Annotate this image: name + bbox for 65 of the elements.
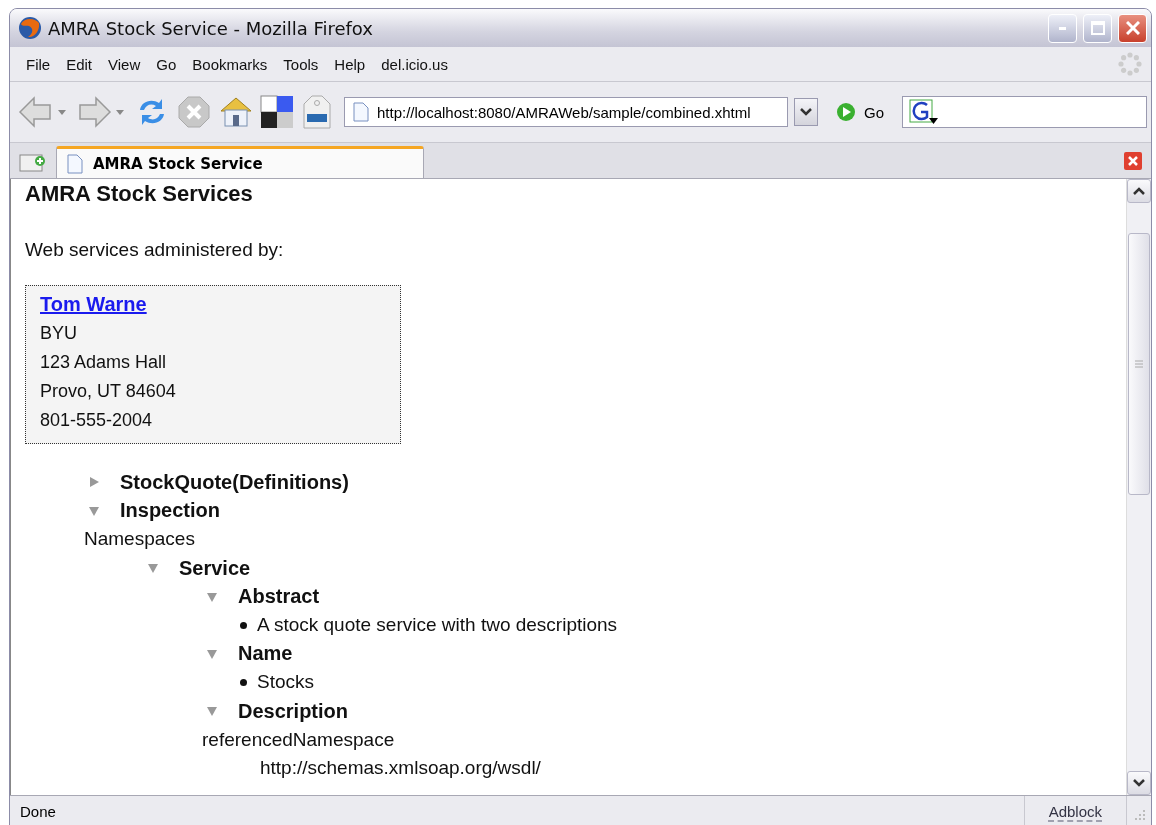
play-icon (836, 102, 856, 122)
contact-line: Provo, UT 84604 (40, 380, 177, 403)
menu-item[interactable]: Tools (275, 55, 327, 73)
page-icon (353, 102, 369, 122)
expanded-triangle-icon[interactable] (206, 590, 218, 603)
close-tab-button[interactable] (1123, 150, 1143, 171)
node-label: StockQuote(Definitions) (120, 470, 349, 494)
tag-button[interactable] (300, 94, 334, 130)
globe-fox-icon (18, 16, 42, 40)
menu-item[interactable]: Bookmarks (184, 55, 276, 73)
node-label: Service (179, 556, 251, 580)
menu-item[interactable]: File (18, 55, 59, 73)
contact-name-link[interactable]: Tom Warne (40, 290, 147, 319)
go-button[interactable]: Go (824, 102, 896, 122)
status-text: Done (19, 802, 57, 820)
menu-item[interactable]: del.icio.us (373, 55, 456, 73)
search-engine-icon (909, 99, 939, 125)
bookmark-squares-button[interactable] (260, 95, 294, 129)
contact-line: BYU (40, 322, 78, 345)
resize-grip-icon (1135, 810, 1145, 822)
page-icon (67, 153, 83, 174)
contact-line: 123 Adams Hall (40, 351, 168, 374)
maximize-button[interactable] (1083, 13, 1112, 43)
node-label: Description (238, 699, 349, 723)
maximize-icon (1090, 21, 1105, 35)
bullet-icon (240, 678, 247, 686)
stop-button[interactable] (176, 94, 212, 130)
menu-item[interactable]: Help (326, 55, 374, 73)
menu-item[interactable]: View (100, 55, 149, 73)
list-item-text: Stocks (257, 671, 315, 694)
scroll-up-button[interactable] (1127, 179, 1151, 203)
close-button[interactable] (1118, 13, 1147, 43)
scrollbar-thumb[interactable] (1128, 233, 1150, 495)
menu-item[interactable]: Go (148, 55, 185, 73)
node-label: Abstract (238, 585, 320, 609)
chevron-up-icon (1133, 187, 1145, 195)
field-value: http://schemas.xmlsoap.org/wsdl/ (260, 757, 541, 780)
throbber-icon (1117, 51, 1143, 77)
node-label: Name (238, 642, 293, 666)
scroll-down-button[interactable] (1127, 771, 1151, 795)
menu-item[interactable]: Edit (58, 55, 101, 73)
search-field[interactable] (902, 96, 1147, 128)
chevron-down-icon (800, 108, 812, 116)
contact-line: 801-555-2004 (40, 409, 154, 432)
window-title: AMRA Stock Service - Mozilla Firefox (48, 17, 374, 39)
address-field[interactable]: http://localhost:8080/AMRAWeb/sample/combined.xhtml (344, 97, 788, 127)
expanded-triangle-icon[interactable] (147, 562, 159, 575)
field-label: Namespaces (84, 528, 195, 551)
minimize-icon (1059, 26, 1066, 30)
node-label: Inspection (120, 499, 220, 523)
close-icon (1125, 21, 1140, 35)
minimize-button[interactable] (1048, 13, 1077, 43)
chevron-down-icon (1133, 779, 1145, 787)
expanded-triangle-icon[interactable] (206, 647, 218, 660)
expanded-triangle-icon[interactable] (88, 504, 100, 517)
collapsed-triangle-icon[interactable] (88, 476, 100, 489)
page-heading: AMRA Stock Services (25, 181, 254, 207)
browser-tab[interactable]: AMRA Stock Service (56, 146, 424, 178)
bullet-icon (240, 621, 247, 629)
list-item-text: A stock quote service with two descriptions (257, 614, 618, 637)
field-label: referencedNamespace (202, 728, 395, 751)
history-dropdown-button[interactable] (794, 98, 818, 126)
adblock-link[interactable]: Adblock (1023, 796, 1127, 825)
expanded-triangle-icon[interactable] (206, 705, 218, 718)
intro-text: Web services administered by: (25, 239, 285, 261)
